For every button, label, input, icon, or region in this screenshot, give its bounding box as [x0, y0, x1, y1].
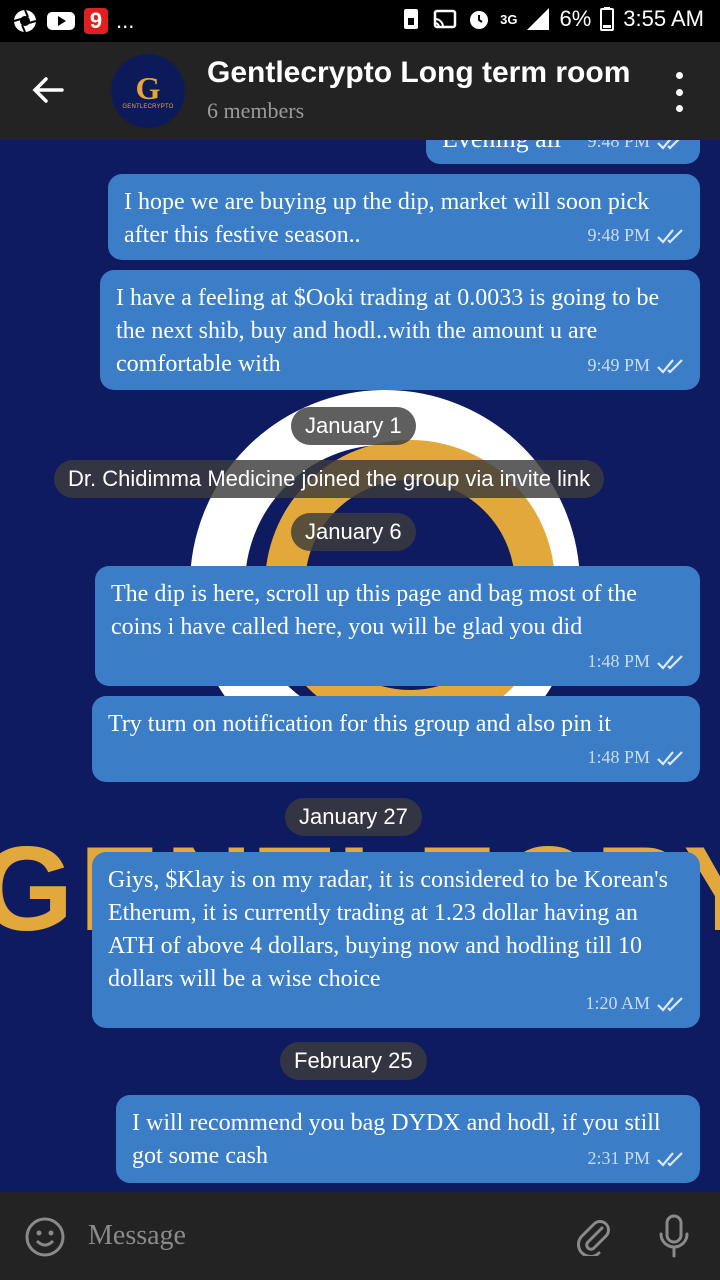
avatar-caption: GENTLECRYPTO — [122, 103, 174, 110]
youtube-icon — [47, 12, 75, 30]
emoji-icon[interactable] — [24, 1216, 66, 1258]
message-meta: 1:48 PM — [587, 741, 686, 774]
service-message: Dr. Chidimma Medicine joined the group v… — [54, 460, 605, 498]
message-bubble[interactable]: I will recommend you bag DYDX and hodl, … — [116, 1095, 700, 1183]
read-checkmarks-icon — [657, 750, 683, 766]
read-checkmarks-icon — [657, 358, 683, 374]
message-time: 9:49 PM — [587, 355, 650, 375]
group-avatar[interactable]: G GENTLECRYPTO — [111, 54, 185, 128]
message-time: 9:48 PM — [587, 225, 650, 245]
message-bubble[interactable]: Try turn on notification for this group … — [92, 696, 700, 782]
status-bar: 9 ... 3G 6% 3:55 AM — [0, 0, 720, 42]
message-time: 1:48 PM — [587, 747, 650, 767]
message-input[interactable]: Message — [88, 1220, 186, 1252]
chat-area[interactable]: GENTLECRYPTO Evening all 9:48 PM I hope … — [0, 140, 720, 1192]
message-meta: 1:20 AM — [585, 987, 686, 1020]
chat-title[interactable]: Gentlecrypto Long term room — [207, 56, 630, 90]
read-checkmarks-icon — [657, 140, 680, 150]
battery-icon — [600, 7, 615, 31]
message-time: 9:48 PM — [587, 140, 650, 151]
battery-percent: 6% — [559, 6, 592, 31]
message-meta: 2:31 PM — [587, 1142, 686, 1175]
date-separator: January 1 — [291, 407, 416, 445]
clock: 3:55 AM — [623, 6, 704, 31]
message-time: 1:48 PM — [587, 651, 650, 671]
avatar-letter: G — [135, 69, 161, 106]
date-separator: January 27 — [285, 798, 422, 836]
date-separator: January 6 — [291, 513, 416, 551]
cast-icon — [433, 9, 457, 29]
message-meta: 1:48 PM — [587, 645, 686, 678]
message-time: 1:20 AM — [585, 993, 650, 1013]
paperclip-icon[interactable] — [574, 1216, 614, 1256]
message-bubble[interactable]: I have a feeling at $Ooki trading at 0.0… — [100, 270, 700, 390]
back-arrow-icon[interactable] — [30, 72, 66, 108]
more-notifications: ... — [116, 8, 135, 33]
notification-badge: 9 — [84, 8, 108, 34]
message-meta: 9:48 PM — [587, 140, 686, 158]
aperture-icon — [13, 9, 37, 33]
message-composer: Message — [0, 1192, 720, 1280]
message-bubble[interactable]: The dip is here, scroll up this page and… — [95, 566, 700, 686]
message-bubble[interactable]: I hope we are buying up the dip, market … — [108, 174, 700, 260]
date-separator: February 25 — [280, 1042, 427, 1080]
message-meta: 9:49 PM — [587, 349, 686, 382]
member-count[interactable]: 6 members — [207, 98, 304, 124]
message-text: Try turn on notification for this group … — [108, 711, 612, 737]
message-text: The dip is here, scroll up this page and… — [111, 581, 637, 640]
read-checkmarks-icon — [657, 1151, 683, 1167]
message-time: 2:31 PM — [587, 1148, 650, 1168]
signal-icon — [527, 8, 550, 30]
more-menu-icon[interactable] — [664, 72, 694, 112]
chat-header: G GENTLECRYPTO Gentlecrypto Long term ro… — [0, 42, 720, 140]
message-bubble[interactable]: Evening all 9:48 PM — [426, 140, 700, 164]
message-text: Giys, $Klay is on my radar, it is consid… — [108, 867, 668, 992]
sim-icon — [404, 9, 419, 29]
message-meta: 9:48 PM — [587, 219, 686, 252]
network-type: 3G — [500, 11, 518, 27]
read-checkmarks-icon — [657, 228, 683, 244]
microphone-icon[interactable] — [656, 1214, 692, 1258]
read-checkmarks-icon — [657, 654, 683, 670]
alarm-icon — [470, 11, 489, 29]
message-bubble[interactable]: Giys, $Klay is on my radar, it is consid… — [92, 852, 700, 1028]
read-checkmarks-icon — [657, 996, 683, 1012]
